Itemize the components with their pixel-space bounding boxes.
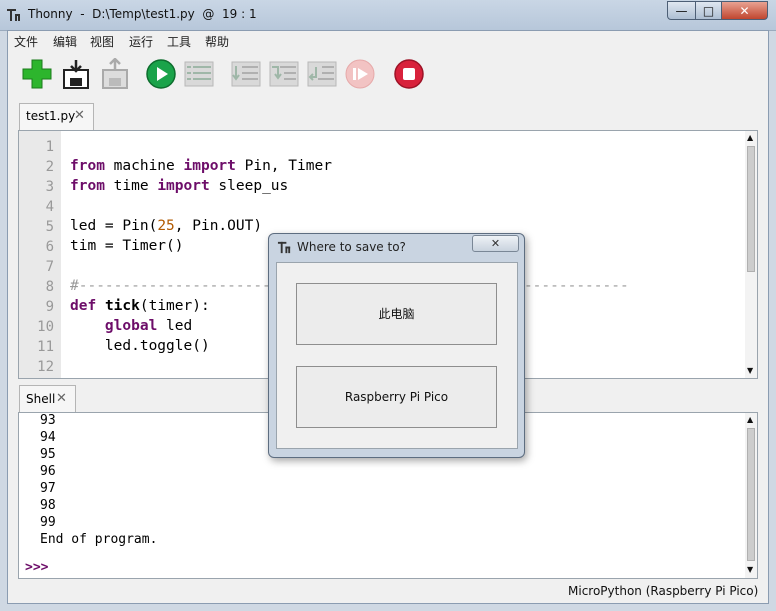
code-line: tim = Timer(): [70, 238, 184, 254]
line-number: 9: [45, 299, 54, 315]
shell-output-line: 95: [40, 447, 56, 462]
line-number: 2: [45, 159, 54, 175]
menu-view[interactable]: 视图: [90, 33, 114, 50]
line-number: 11: [37, 339, 54, 355]
code-text: Pin, Timer: [235, 158, 332, 174]
keyword: from: [70, 178, 105, 194]
line-number: 7: [45, 259, 54, 275]
shell-output-line: 99: [40, 515, 56, 530]
step-out-icon[interactable]: [306, 58, 338, 90]
shell-output-line: 96: [40, 464, 56, 479]
close-window-button[interactable]: ✕: [721, 1, 768, 20]
keyword: import: [157, 178, 210, 194]
menu-help[interactable]: 帮助: [205, 33, 229, 50]
line-number: 5: [45, 219, 54, 235]
line-number: 6: [45, 239, 54, 255]
run-icon[interactable]: [145, 58, 177, 90]
shell-scroll-thumb[interactable]: [747, 428, 755, 561]
thonny-app-icon: [6, 7, 22, 23]
menu-tools[interactable]: 工具: [167, 33, 191, 50]
save-to-pico-button[interactable]: Raspberry Pi Pico: [296, 366, 497, 428]
code-text: (timer):: [139, 298, 210, 314]
interpreter-status[interactable]: MicroPython (Raspberry Pi Pico): [568, 584, 758, 598]
thonny-app-icon: [277, 240, 292, 255]
debug-icon[interactable]: [183, 58, 215, 90]
close-tab-icon[interactable]: ✕: [56, 391, 67, 406]
keyword: global: [104, 318, 158, 334]
line-number: 12: [37, 359, 54, 375]
save-icon[interactable]: [60, 58, 92, 90]
load-icon[interactable]: [99, 57, 131, 90]
code-line: from machine import Pin, Timer: [70, 158, 332, 174]
shell-output-line: 97: [40, 481, 56, 496]
dialog-close-button[interactable]: ✕: [472, 235, 519, 252]
keyword: import: [183, 158, 236, 174]
code-text: led: [157, 318, 193, 334]
step-over-icon[interactable]: [230, 58, 262, 90]
line-number: 3: [45, 179, 54, 195]
code-line: global led: [70, 318, 192, 334]
code-text: , Pin.OUT): [174, 218, 263, 234]
line-number: 1: [45, 139, 54, 155]
line-number: 8: [45, 279, 54, 295]
code-line: led = Pin(25, Pin.OUT): [70, 218, 262, 234]
minimize-button[interactable]: —: [667, 1, 696, 20]
window-title: Thonny - D:\Temp\test1.py @ 19 : 1: [28, 7, 257, 21]
shell-output-line: 94: [40, 430, 56, 445]
shell-output-line: End of program.: [40, 532, 158, 547]
close-tab-icon[interactable]: ✕: [74, 108, 85, 123]
number-literal: 25: [157, 218, 175, 234]
code-line: def tick(timer):: [70, 298, 210, 314]
code-line: led.toggle(): [70, 338, 210, 354]
resume-icon[interactable]: [344, 58, 376, 90]
menu-file[interactable]: 文件: [14, 33, 38, 50]
menu-edit[interactable]: 编辑: [53, 33, 77, 50]
save-to-this-pc-button[interactable]: 此电脑: [296, 283, 497, 345]
maximize-button[interactable]: □: [695, 1, 722, 20]
scroll-down-icon[interactable]: ▼: [747, 366, 753, 375]
code-text: time: [104, 178, 158, 194]
editor-scroll-thumb[interactable]: [747, 146, 755, 272]
line-number: 4: [45, 199, 54, 215]
new-file-icon[interactable]: [21, 58, 53, 90]
shell-output-line: 93: [40, 413, 56, 428]
function-name: tick: [104, 298, 140, 314]
line-number: 10: [37, 319, 54, 335]
stop-icon[interactable]: [393, 58, 425, 90]
dialog-title: Where to save to?: [297, 240, 406, 254]
editor-tab-label: test1.py: [26, 109, 76, 123]
code-text: led = Pin(: [70, 218, 158, 234]
keyword: def: [70, 298, 97, 314]
code-text: machine: [104, 158, 184, 174]
keyword: from: [70, 158, 105, 174]
menu-bar: [8, 31, 768, 50]
scroll-down-icon[interactable]: ▼: [747, 565, 753, 574]
code-line: from time import sleep_us: [70, 178, 288, 194]
shell-prompt[interactable]: >>>: [25, 560, 48, 575]
scroll-up-icon[interactable]: ▲: [747, 133, 753, 142]
shell-output-line: 98: [40, 498, 56, 513]
code-text: sleep_us: [209, 178, 289, 194]
scroll-up-icon[interactable]: ▲: [747, 415, 753, 424]
menu-run[interactable]: 运行: [129, 33, 153, 50]
shell-tab-label: Shell: [26, 392, 56, 406]
step-into-icon[interactable]: [268, 58, 300, 90]
